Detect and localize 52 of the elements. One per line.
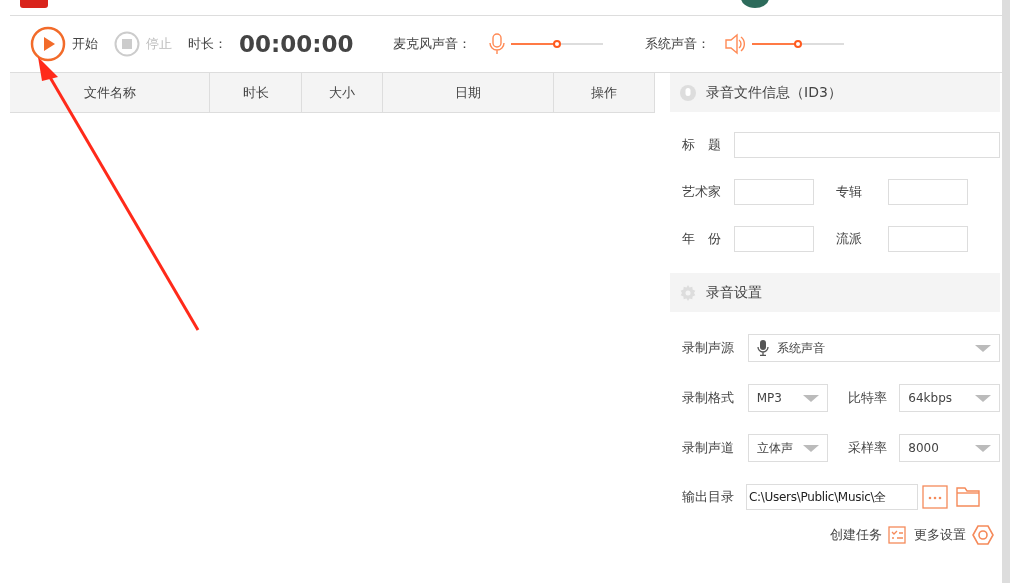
- caret-icon: [975, 394, 991, 402]
- input-field[interactable]: [888, 179, 968, 205]
- column-header: 时长: [210, 73, 302, 112]
- dropdown[interactable]: 8000: [899, 434, 1000, 462]
- microphone-icon: [680, 84, 696, 101]
- dropdown[interactable]: MP3: [747, 384, 828, 412]
- column-header: 日期: [383, 73, 554, 112]
- field-label: 流派: [836, 230, 863, 249]
- path-field[interactable]: C:\Users\Public\Music\全: [746, 484, 918, 510]
- dropdown[interactable]: 立体声: [747, 434, 828, 462]
- volume-label: 系统声音：: [645, 35, 711, 54]
- dropdown[interactable]: 系统声音: [748, 334, 1000, 362]
- field-label: 比特率: [847, 389, 888, 408]
- settings-icon: [972, 524, 994, 546]
- stop-icon: [114, 31, 140, 57]
- more-icon[interactable]: [922, 485, 948, 509]
- section-title: 录音设置: [706, 283, 762, 302]
- create-task-button[interactable]: 创建任务: [830, 524, 906, 546]
- duration-display: 00:00:00: [239, 29, 354, 59]
- more-settings-button[interactable]: 更多设置: [914, 524, 994, 546]
- input-field[interactable]: [734, 226, 814, 252]
- slider-thumb[interactable]: [793, 40, 802, 48]
- input-field[interactable]: [734, 132, 1000, 158]
- input-field[interactable]: [888, 226, 968, 252]
- caret-icon: [975, 444, 991, 452]
- field-label: 年 份: [682, 230, 722, 249]
- duration-label: 时长：: [188, 35, 227, 54]
- input-field[interactable]: [734, 179, 814, 205]
- volume-label: 麦克风声音：: [393, 35, 472, 54]
- start-button[interactable]: 开始: [30, 26, 98, 62]
- dropdown[interactable]: 64kbps: [899, 384, 1000, 412]
- microphone-icon: [757, 340, 769, 356]
- column-header: 大小: [302, 73, 383, 112]
- field-label: 标 题: [682, 136, 722, 155]
- field-label: 艺术家: [682, 183, 722, 202]
- field-label: 专辑: [836, 183, 863, 202]
- field-label: 录制声源: [682, 339, 735, 358]
- folder-icon[interactable]: [956, 485, 980, 507]
- section-title: 录音文件信息（ID3）: [706, 83, 842, 102]
- slider-thumb[interactable]: [552, 40, 561, 48]
- field-label: 录制格式: [682, 389, 735, 408]
- field-label: 采样率: [847, 439, 888, 458]
- speaker-icon: [724, 33, 747, 55]
- task-list-icon: [888, 526, 906, 544]
- microphone-icon: [489, 33, 506, 55]
- caret-icon: [802, 444, 819, 452]
- caret-icon: [975, 344, 991, 352]
- field-label: 录制声道: [682, 439, 735, 458]
- column-header: 操作: [554, 73, 655, 112]
- play-icon: [30, 26, 66, 62]
- caret-icon: [802, 394, 819, 402]
- field-label: 输出目录: [682, 488, 735, 507]
